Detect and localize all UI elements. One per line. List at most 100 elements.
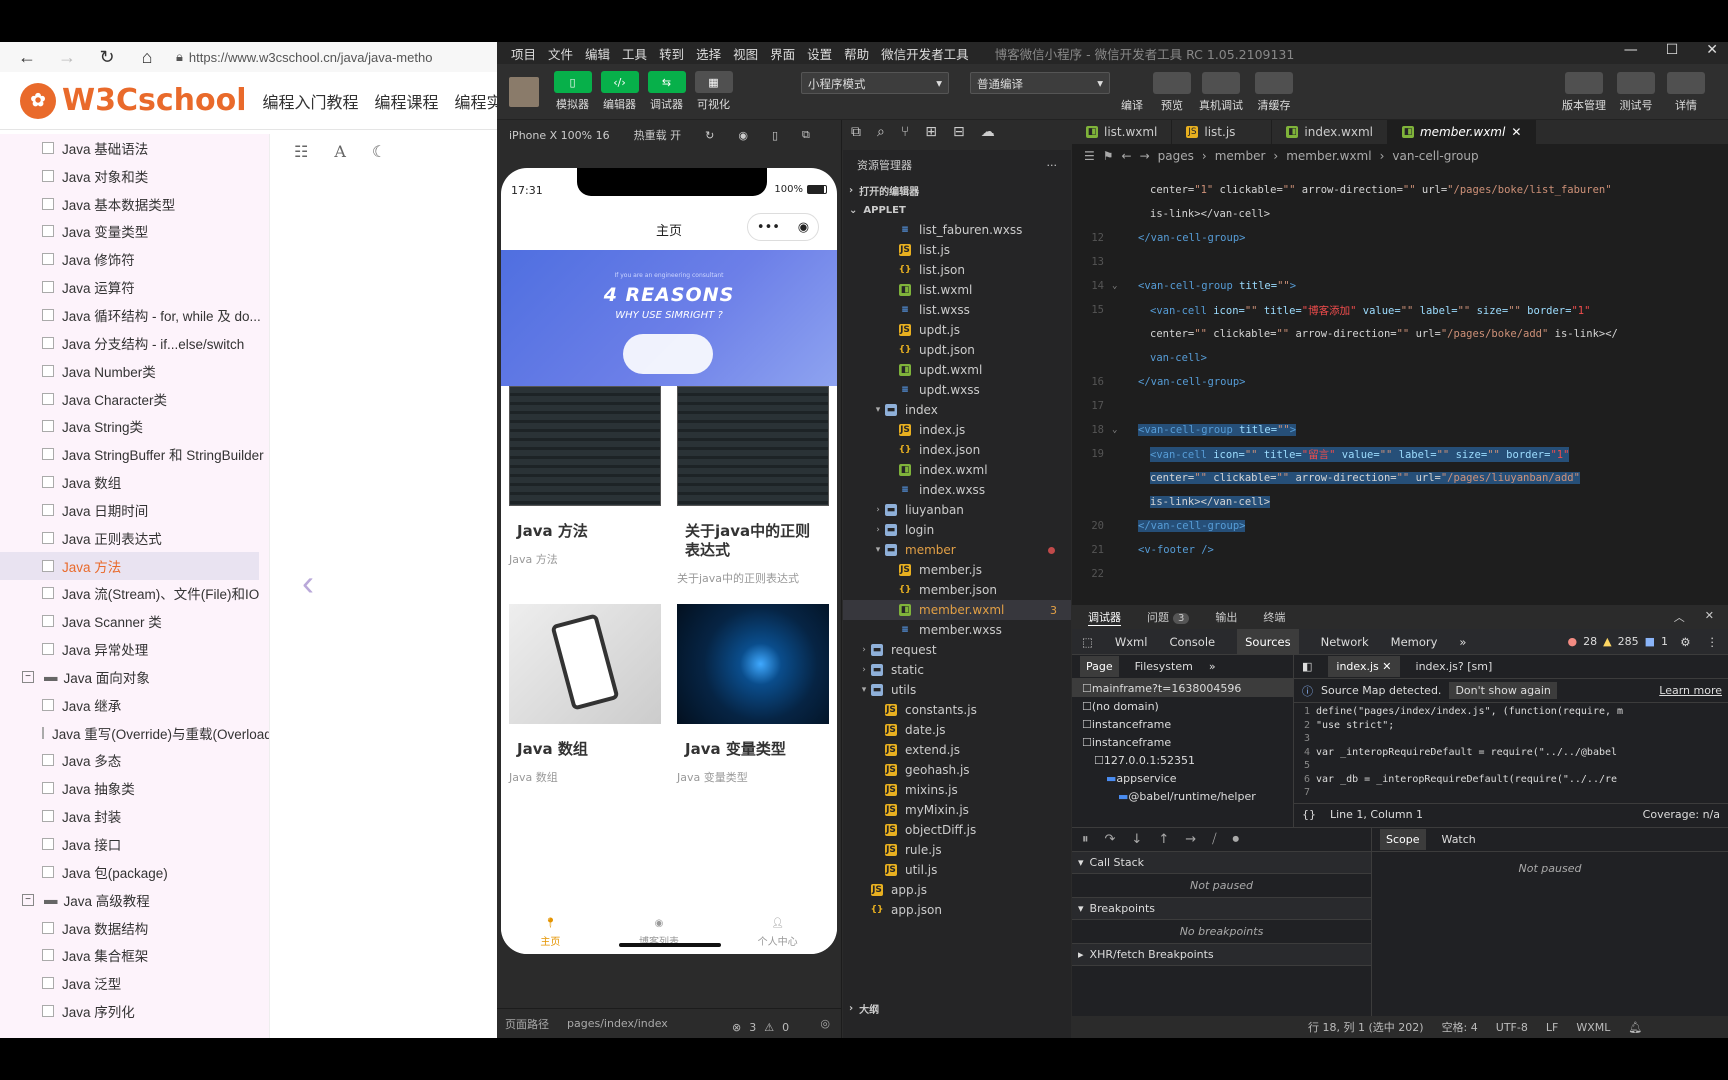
list-view-icon[interactable]: ☷ xyxy=(294,142,308,162)
xhr-breakpoints-header[interactable]: ▸ XHR/fetch Breakpoints xyxy=(1072,944,1371,966)
collapse-icon[interactable]: − xyxy=(22,893,34,906)
eye-icon[interactable]: ◎ xyxy=(820,1017,830,1030)
sidebar-item[interactable]: − ▬ Java 面向对象 xyxy=(0,663,269,691)
back-icon[interactable]: ← xyxy=(16,47,38,68)
url-field[interactable]: 🔒︎ https://www.w3cschool.cn/java/java-me… xyxy=(176,49,497,65)
editor-button[interactable]: ‹/› 编辑器 xyxy=(596,71,643,112)
tab-console[interactable]: Console xyxy=(1169,635,1215,649)
home-icon[interactable]: ⌂ xyxy=(136,47,158,68)
file-tab[interactable]: index.js ✕ xyxy=(1328,656,1400,677)
article-card[interactable]: Java 变量类型 Java 变量类型 xyxy=(677,604,829,785)
menu-item[interactable]: 微信开发者工具 xyxy=(881,44,969,63)
tab-output[interactable]: 输出 xyxy=(1215,609,1237,625)
file-item[interactable]: ◧ list.wxml xyxy=(843,280,1071,300)
breakpoints-header[interactable]: ▾ Breakpoints xyxy=(1072,898,1371,920)
source-tree-item[interactable]: ☐ instanceframe xyxy=(1072,715,1293,733)
sidebar-item[interactable]: Java 泛型 xyxy=(0,969,269,997)
learn-more-link[interactable]: Learn more xyxy=(1659,684,1722,697)
sidebar-item[interactable]: Java 数组 xyxy=(0,468,269,496)
file-item[interactable]: ≡ index.wxss xyxy=(843,480,1071,500)
step-over-icon[interactable]: ↷ xyxy=(1105,832,1116,847)
source-tree-item[interactable]: ☐ 127.0.0.1:52351 xyxy=(1072,751,1293,769)
sidebar-item[interactable]: Java 循环结构 - for, while 及 do... xyxy=(0,301,269,329)
bookmark-icon[interactable]: ⚑ xyxy=(1103,149,1114,163)
real-debug-button[interactable]: 真机调试 xyxy=(1199,72,1243,113)
rotate-icon[interactable]: ↻ xyxy=(705,129,714,142)
avatar[interactable] xyxy=(509,76,539,107)
sidebar-item[interactable]: Java 运算符 xyxy=(0,273,269,301)
crumb-item[interactable]: member.wxml xyxy=(1286,149,1371,163)
file-item[interactable]: ◧ index.wxml xyxy=(843,460,1071,480)
files-icon[interactable]: ⧉ xyxy=(851,124,861,140)
editor-tab[interactable]: JS list.js xyxy=(1172,120,1273,144)
tab-network[interactable]: Network xyxy=(1321,635,1369,649)
tab-profile[interactable]: 👤︎ 个人中心 xyxy=(758,918,798,948)
menu-icon[interactable]: ☰ xyxy=(1084,149,1095,163)
page-path-label[interactable]: 页面路径 xyxy=(505,1016,549,1032)
sidebar-item[interactable]: Java Scanner 类 xyxy=(0,607,269,635)
format-icon[interactable]: {} xyxy=(1302,808,1316,821)
refresh-icon[interactable]: ↻ xyxy=(96,47,118,68)
dark-mode-icon[interactable]: ☾ xyxy=(372,142,386,162)
font-size-icon[interactable]: A xyxy=(334,142,346,162)
js-code[interactable]: 1 define("pages/index/index.js", (functio… xyxy=(1294,703,1728,803)
file-item[interactable]: JS constants.js xyxy=(843,700,1071,720)
file-item[interactable]: JS date.js xyxy=(843,720,1071,740)
tab-watch[interactable]: Watch xyxy=(1442,833,1476,846)
more-icon[interactable]: ··· xyxy=(1047,159,1058,172)
nav-link[interactable]: 编程入门教程 xyxy=(262,89,358,113)
pause-icon[interactable]: ⏸ xyxy=(1082,832,1089,847)
tab-wxml[interactable]: Wxml xyxy=(1115,635,1148,649)
sidebar-item[interactable]: Java 流(Stream)、文件(File)和IO xyxy=(0,580,269,608)
step-into-icon[interactable]: ↓ xyxy=(1131,832,1142,847)
pause-exceptions-icon[interactable]: ⏺ xyxy=(1233,832,1240,847)
menu-item[interactable]: 设置 xyxy=(807,44,832,63)
sidebar-item[interactable]: Java 基本数据类型 xyxy=(0,190,269,218)
more-icon[interactable]: ••• xyxy=(757,220,780,235)
menu-item[interactable]: 帮助 xyxy=(844,44,869,63)
source-tree-item[interactable]: ☐ (no domain) xyxy=(1072,697,1293,715)
close-icon[interactable]: ✕ xyxy=(1705,609,1714,625)
menu-item[interactable]: 项目 xyxy=(511,44,536,63)
sidebar-item[interactable]: Java 方法 xyxy=(0,551,259,580)
close-icon[interactable]: ✕ xyxy=(1382,660,1391,673)
tab-scope[interactable]: Scope xyxy=(1380,829,1426,850)
nav-link[interactable]: 编程课程 xyxy=(375,89,439,113)
folder-item[interactable]: ▾ ▬ member xyxy=(843,540,1071,560)
sidebar-item[interactable]: Java 基础语法 xyxy=(0,134,269,162)
sidebar-item[interactable]: Java StringBuffer 和 StringBuilder xyxy=(0,440,269,468)
close-icon[interactable]: ✕ xyxy=(1706,42,1718,58)
close-icon[interactable]: ✕ xyxy=(1511,125,1521,139)
file-item[interactable]: JS list.js xyxy=(843,240,1071,260)
chevron-up-icon[interactable]: ︿ xyxy=(1674,609,1685,625)
clear-cache-button[interactable]: 清缓存 xyxy=(1255,72,1293,113)
version-button[interactable]: 版本管理 xyxy=(1562,72,1606,113)
sidebar-item[interactable]: − ▬ Java 高级教程 xyxy=(0,886,269,914)
visual-button[interactable]: ▦ 可视化 xyxy=(690,71,737,112)
menu-item[interactable]: 文件 xyxy=(548,44,573,63)
sidebar-item[interactable]: Java 包(package) xyxy=(0,858,269,886)
toggle-nav-icon[interactable]: ◧ xyxy=(1302,660,1312,673)
language-status[interactable]: WXML xyxy=(1576,1021,1610,1034)
sidebar-item[interactable]: Java 异常处理 xyxy=(0,635,269,663)
stop-icon[interactable]: ◉ xyxy=(738,129,748,142)
sidebar-item[interactable]: Java 正则表达式 xyxy=(0,524,269,552)
menu-item[interactable]: 视图 xyxy=(733,44,758,63)
sidebar-item[interactable]: Java Number类 xyxy=(0,357,269,385)
sidebar-item[interactable]: Java Character类 xyxy=(0,385,269,413)
file-item[interactable]: ≡ member.wxss xyxy=(843,620,1071,640)
source-tree-item[interactable]: ▬ @babel/runtime/helper xyxy=(1072,787,1293,805)
deactivate-breakpoints-icon[interactable]: ⧸ xyxy=(1212,832,1216,847)
article-card[interactable]: Java 数组 Java 数组 xyxy=(509,604,661,785)
folder-item[interactable]: ▾ ▬ index xyxy=(843,400,1071,420)
folder-item[interactable]: › ▬ login xyxy=(843,520,1071,540)
debug-icon[interactable]: ⊟ xyxy=(953,124,965,140)
outline-section[interactable]: › 大纲 xyxy=(843,998,1071,1018)
close-circle-icon[interactable]: ◉ xyxy=(798,220,809,235)
open-editors-section[interactable]: › 打开的编辑器 xyxy=(843,180,1071,200)
editor-tab[interactable]: ◧ index.wxml xyxy=(1272,120,1388,144)
fold-icon[interactable]: ⌄ xyxy=(1112,425,1126,435)
more-tabs-icon[interactable]: » xyxy=(1459,635,1466,649)
file-item[interactable]: {} member.json xyxy=(843,580,1071,600)
file-item[interactable]: JS mixins.js xyxy=(843,780,1071,800)
